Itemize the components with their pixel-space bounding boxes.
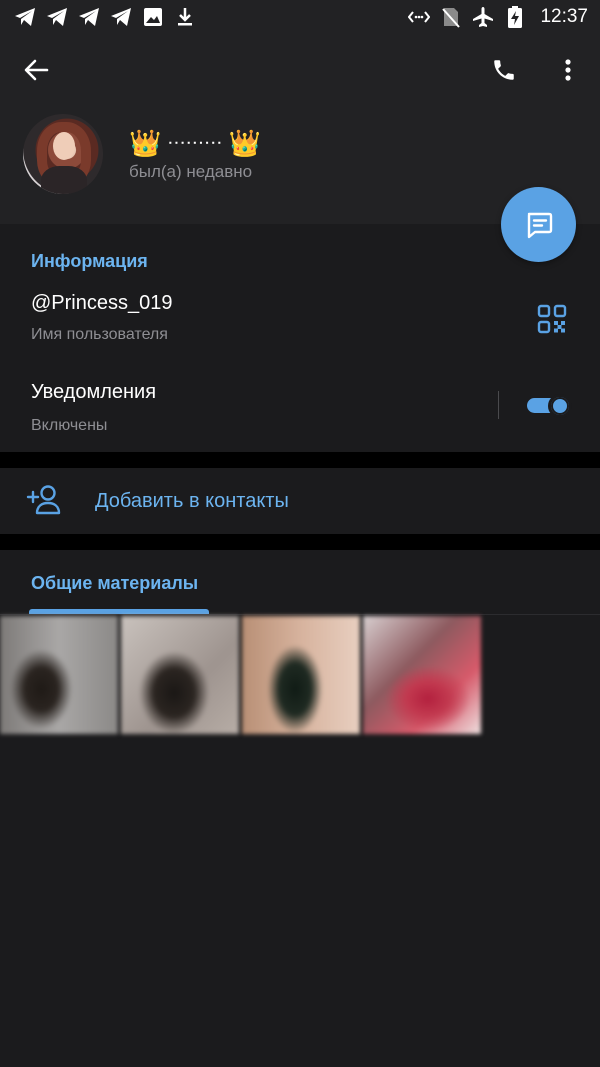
more-vertical-icon	[565, 59, 571, 81]
notifications-label[interactable]: Уведомления	[31, 381, 156, 404]
media-thumbnail[interactable]	[363, 616, 481, 734]
phone-icon	[494, 60, 514, 80]
media-grid	[0, 616, 481, 734]
battery-charging-icon	[504, 6, 526, 28]
no-sim-icon	[440, 6, 462, 28]
last-seen-status: был(а) недавно	[129, 162, 253, 181]
tab-shared-media[interactable]: Общие материалы	[31, 573, 198, 594]
profile-name: 👑 ᐧᐧᐧᐧᐧᐧᐧᐧᐧ 👑	[129, 130, 261, 156]
download-icon	[174, 6, 196, 28]
clock: 12:37	[540, 6, 588, 27]
media-thumbnail[interactable]	[0, 616, 118, 734]
media-thumbnail[interactable]	[121, 616, 239, 734]
send-message-button[interactable]	[501, 187, 576, 262]
back-button[interactable]	[18, 52, 54, 88]
message-icon	[527, 212, 552, 238]
section-divider	[0, 534, 600, 550]
status-bar-notifications	[14, 6, 196, 28]
crown-emoji: 👑	[228, 128, 261, 158]
add-contact-row[interactable]: Добавить в контакты	[0, 468, 600, 534]
call-button[interactable]	[484, 52, 524, 88]
add-user-icon	[26, 484, 62, 516]
notifications-toggle[interactable]	[527, 394, 572, 418]
qr-code-icon	[537, 304, 567, 334]
telegram-icon	[78, 6, 100, 28]
telegram-icon	[46, 6, 68, 28]
qr-code-button[interactable]	[537, 304, 567, 334]
username-label: Имя пользователя	[31, 326, 168, 343]
telegram-icon	[14, 6, 36, 28]
shared-media-section: Общие материалы	[0, 550, 600, 1067]
info-section-title: Информация	[31, 251, 148, 271]
avatar[interactable]	[23, 114, 103, 194]
arrow-left-icon	[24, 59, 49, 81]
airplane-icon	[472, 6, 494, 28]
add-contact-label: Добавить в контакты	[95, 490, 289, 512]
media-thumbnail[interactable]	[242, 616, 360, 734]
divider	[498, 391, 499, 419]
section-divider	[0, 452, 600, 468]
data-saver-icon	[408, 6, 431, 28]
tab-divider	[0, 614, 600, 615]
info-section: Информация @Princess_019 Имя пользовател…	[0, 224, 600, 452]
status-bar: 12:37	[0, 0, 600, 34]
crown-emoji: 👑	[129, 128, 162, 158]
telegram-icon	[110, 6, 132, 28]
image-icon	[142, 6, 164, 28]
more-options-button[interactable]	[550, 52, 586, 88]
profile-name-text: ᐧᐧᐧᐧᐧᐧᐧᐧᐧ	[167, 131, 223, 155]
profile-header: 👑 ᐧᐧᐧᐧᐧᐧᐧᐧᐧ 👑 был(а) недавно	[0, 34, 600, 224]
status-bar-system: 12:37	[408, 6, 588, 28]
username-value[interactable]: @Princess_019	[31, 292, 172, 315]
notifications-status: Включены	[31, 417, 108, 434]
